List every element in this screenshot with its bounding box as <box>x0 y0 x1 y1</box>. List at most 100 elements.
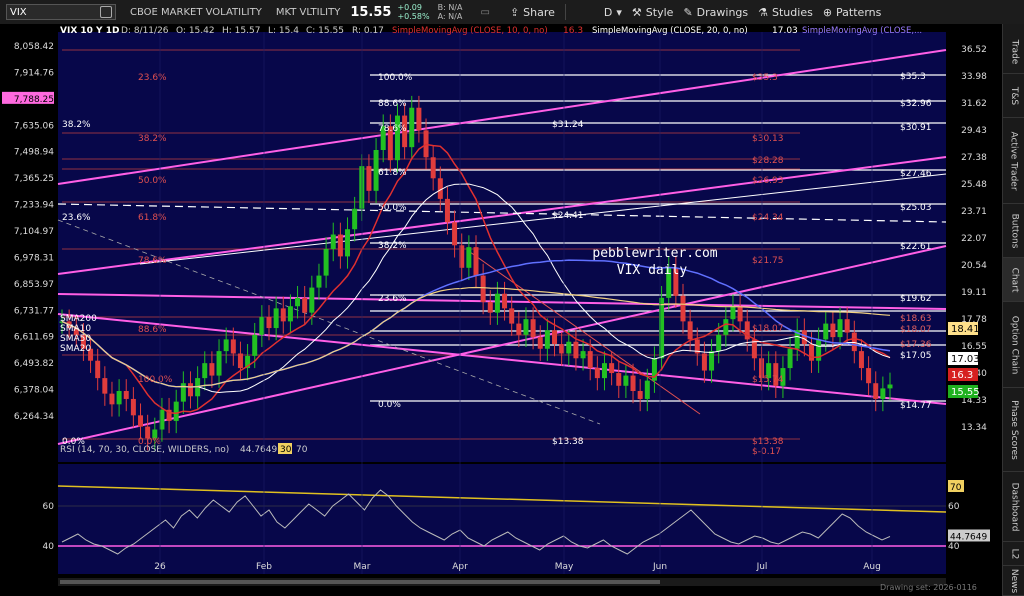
tab-buttons[interactable]: Buttons <box>1003 204 1024 258</box>
fib-label: 38.2% <box>378 241 407 251</box>
watermark-line1: pebblewriter.com <box>592 246 717 261</box>
symbol-settings-icon[interactable] <box>100 6 112 18</box>
rsi-70-label: 70 <box>950 483 962 493</box>
share-icon: ⇪ <box>509 5 520 19</box>
left-axis-tick: 6,853.97 <box>14 280 54 290</box>
right-axis-tick: 19.11 <box>961 288 987 298</box>
candle-body <box>537 337 543 349</box>
sma10-label: SimpleMovingAvg (CLOSE, 10, 0, no) <box>392 26 548 36</box>
pencil-icon: ✎ <box>683 5 693 19</box>
level-value: $24.41 <box>552 211 584 221</box>
candle-body <box>138 415 144 427</box>
aggregation-button[interactable]: D ▾ <box>604 6 622 19</box>
level-value-red: $30.13 <box>752 134 784 144</box>
tab-active-trader[interactable]: Active Trader <box>1003 118 1024 204</box>
candle-body <box>566 341 572 354</box>
sma20-value: 17.03 <box>772 26 798 36</box>
candle-body <box>823 323 829 340</box>
candle-body <box>352 208 358 230</box>
left-axis-tick: 7,914.76 <box>14 68 54 78</box>
left-axis-tick: 6,611.69 <box>14 333 54 343</box>
fib-label: 78.6% <box>378 124 407 134</box>
fib-label-red: 88.6% <box>138 325 167 335</box>
right-axis-tick: 29.43 <box>961 126 987 136</box>
candle-body <box>252 334 258 356</box>
tab-chart[interactable]: Chart <box>1003 258 1024 302</box>
level-value-red: $18.07 <box>752 324 784 334</box>
fib-label: 50.0% <box>378 203 407 213</box>
candle-body <box>623 375 629 386</box>
rsi-value-label: 44.7649 <box>950 532 987 542</box>
left-axis-tick: 7,104.97 <box>14 227 54 237</box>
sma-tag: SMA50 <box>60 334 91 344</box>
tab-phase-scores[interactable]: Phase Scores <box>1003 388 1024 472</box>
candle-body <box>416 107 422 131</box>
tab-dashboard[interactable]: Dashboard <box>1003 472 1024 542</box>
candle-body <box>680 295 686 322</box>
candle-body <box>273 308 279 329</box>
level-value: $13.38 <box>552 437 584 447</box>
candle-body <box>123 391 129 399</box>
level-label: $22.61 <box>900 242 932 252</box>
rsi-high: 70 <box>296 445 308 455</box>
chart-area[interactable]: 36.52 33.98 31.62 29.43 27.38 25.48 23.71 22.07… <box>0 24 1002 596</box>
right-axis-tick: 31.62 <box>961 99 987 109</box>
patterns-label: Patterns <box>836 5 882 19</box>
drawing-set-label: Drawing set: 2026-0116 <box>880 583 977 592</box>
level-value-red: $-0.17 <box>752 447 781 457</box>
level-value-red: $13.38 <box>752 437 784 447</box>
style-button[interactable]: ⚒ Style <box>632 6 674 19</box>
header-date: D: 8/11/26 <box>121 26 169 36</box>
rsi-low: 30 <box>280 445 292 455</box>
left-axis-tick: 7,365.25 <box>14 174 54 184</box>
month-label: 26 <box>154 562 166 572</box>
candle-body <box>630 375 636 392</box>
price-pane[interactable] <box>58 32 946 462</box>
candle-body <box>430 157 436 179</box>
candle-body <box>316 275 322 288</box>
candle-body <box>309 287 315 313</box>
candle-body <box>723 319 729 335</box>
rsi-left-tick: 60 <box>43 502 55 512</box>
sma-tag: SMA200 <box>60 314 97 324</box>
symbol-input[interactable]: VIX <box>6 4 116 20</box>
tab-news[interactable]: News <box>1003 566 1024 596</box>
fib-label: 88.6% <box>378 99 407 109</box>
tab-option-chain[interactable]: Option Chain <box>1003 302 1024 388</box>
month-label: Mar <box>354 562 371 572</box>
candle-body <box>409 107 415 148</box>
price-change: +0.09 +0.58% <box>397 3 429 21</box>
studies-button[interactable]: ⚗ Studies <box>758 6 813 19</box>
symbol-short: MKT VLTILITY <box>275 6 341 18</box>
level-label: $17.05 <box>900 351 932 361</box>
tab-trade[interactable]: Trade <box>1003 30 1024 74</box>
candle-body <box>187 383 193 397</box>
candle-body <box>851 332 857 352</box>
tab-ts[interactable]: T&S <box>1003 74 1024 118</box>
level-label: $25.03 <box>900 203 932 213</box>
ask-value: A: N/A <box>437 12 463 21</box>
rsi-pane[interactable] <box>58 464 946 574</box>
price-tag-text: 16.3 <box>951 370 973 381</box>
drawings-button[interactable]: ✎ Drawings <box>683 6 748 19</box>
tab-l2[interactable]: L2 <box>1003 542 1024 566</box>
candle-body <box>844 319 850 333</box>
right-axis-tick: 22.07 <box>961 234 987 244</box>
fib-label: 0.0% <box>378 400 401 410</box>
month-label: Jul <box>756 562 768 572</box>
candle-body <box>601 363 607 379</box>
ticker-icon: ▭ <box>480 6 490 18</box>
studies-label: Studies <box>772 5 813 19</box>
symbol-name: CBOE MARKET VOLATILITY <box>130 6 262 18</box>
chevron-down-icon: ▾ <box>616 5 622 19</box>
patterns-button[interactable]: ⊕ Patterns <box>823 6 882 19</box>
header-close: C: 15.55 <box>306 26 344 36</box>
left-axis-tick: 6,264.34 <box>14 412 54 422</box>
scrollbar-thumb[interactable] <box>60 580 660 584</box>
share-button[interactable]: ⇪ Share <box>510 6 555 19</box>
candle-body <box>523 319 529 335</box>
header-high: H: 15.57 <box>222 26 260 36</box>
candle-body <box>730 306 736 320</box>
right-axis-tick: 23.71 <box>961 207 987 217</box>
symbol-text: VIX <box>10 6 27 18</box>
